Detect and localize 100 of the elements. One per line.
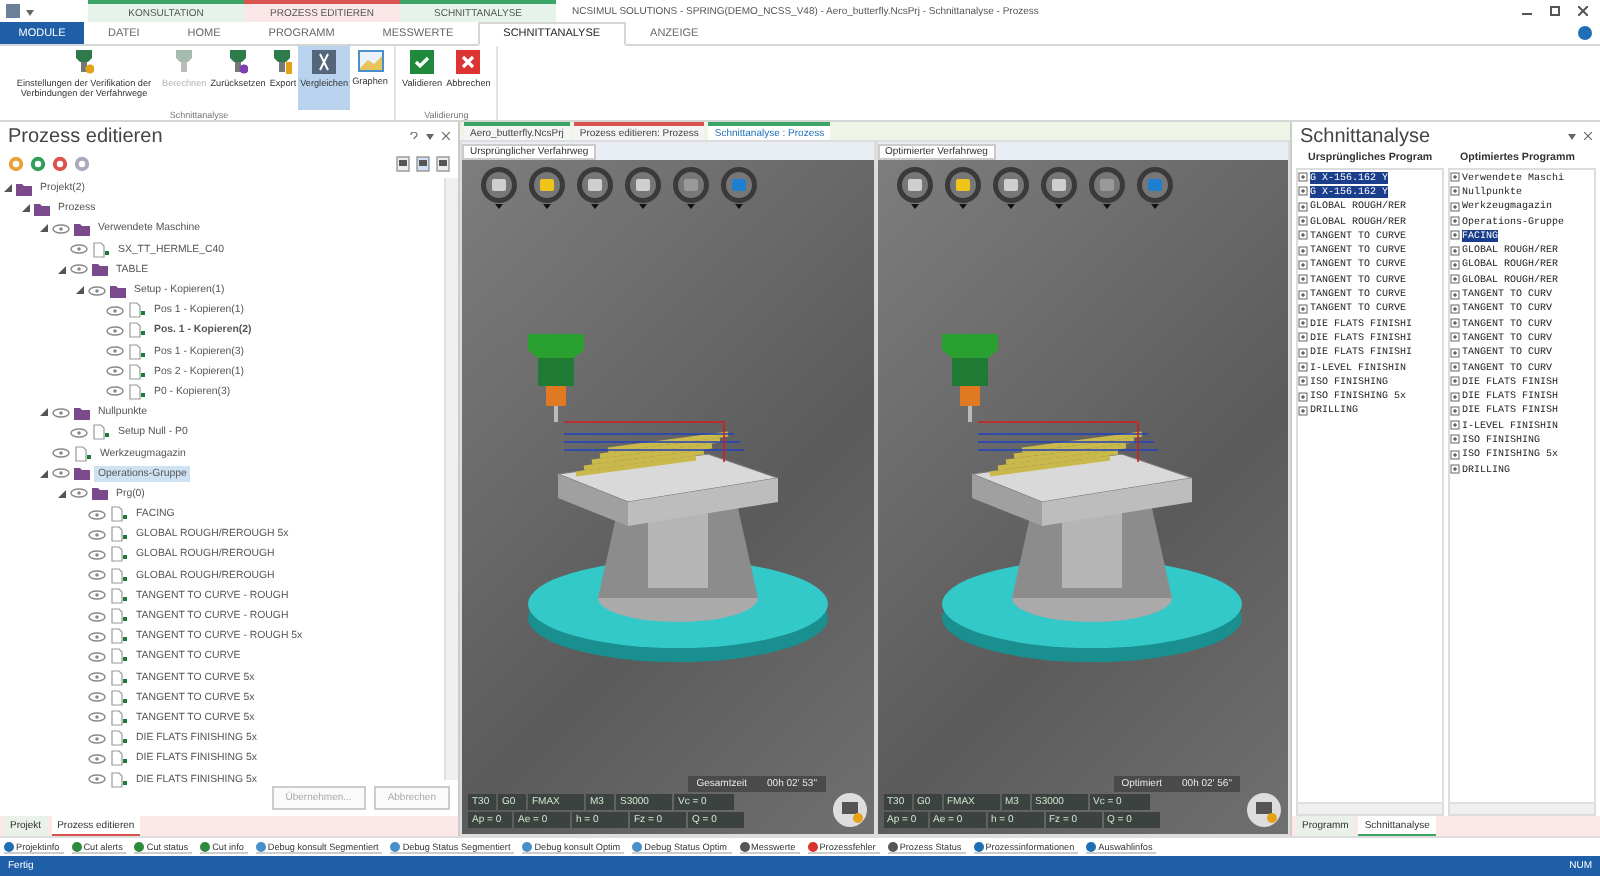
expand-box-icon[interactable] (1450, 274, 1460, 285)
scrollbar[interactable] (1298, 802, 1442, 814)
dropdown-caret-icon[interactable] (426, 131, 434, 139)
expand-box-icon[interactable] (1450, 434, 1460, 445)
eye-icon[interactable] (88, 611, 106, 622)
view-tool-button[interactable] (943, 166, 981, 210)
expand-box-icon[interactable] (1298, 391, 1308, 402)
eye-icon[interactable] (88, 631, 106, 642)
view-tool-button[interactable] (528, 166, 566, 210)
help-icon[interactable] (1578, 26, 1592, 40)
eye-icon[interactable] (88, 774, 106, 785)
eye-icon[interactable] (70, 427, 88, 438)
view-tool-button[interactable] (1039, 166, 1077, 210)
expand-box-icon[interactable] (1298, 289, 1308, 300)
eye-icon[interactable] (88, 692, 106, 703)
eye-icon[interactable] (70, 264, 88, 275)
eye-icon[interactable] (106, 325, 124, 336)
expand-box-icon[interactable] (1298, 186, 1308, 197)
eye-icon[interactable] (88, 651, 106, 662)
expand-arrow-icon[interactable] (76, 286, 84, 295)
expand-box-icon[interactable] (1450, 216, 1460, 227)
eye-icon[interactable] (52, 407, 70, 418)
eye-icon[interactable] (106, 386, 124, 397)
view-tool-button[interactable] (895, 166, 933, 210)
expand-arrow-icon[interactable] (40, 469, 48, 478)
help-icon[interactable] (410, 131, 418, 141)
expand-arrow-icon[interactable] (22, 204, 30, 213)
expand-box-icon[interactable] (1298, 332, 1308, 343)
eye-icon[interactable] (70, 244, 88, 255)
document-icon (74, 445, 92, 462)
expand-box-icon[interactable] (1298, 362, 1308, 372)
expand-box-icon[interactable] (1450, 172, 1460, 183)
expand-box-icon[interactable] (1298, 274, 1308, 285)
expand-box-icon[interactable] (1298, 216, 1308, 227)
view-tool-button[interactable] (1087, 166, 1125, 210)
close-icon[interactable] (442, 131, 450, 139)
expand-arrow-icon[interactable] (4, 184, 12, 193)
expand-box-icon[interactable] (1450, 318, 1460, 329)
eye-icon[interactable] (88, 672, 106, 683)
expand-box-icon[interactable] (1450, 201, 1460, 212)
eye-icon[interactable] (88, 509, 106, 520)
expand-box-icon[interactable] (1450, 405, 1460, 416)
expand-arrow-icon[interactable] (58, 489, 66, 498)
eye-icon[interactable] (70, 488, 88, 499)
eye-icon[interactable] (52, 448, 70, 459)
eye-icon[interactable] (88, 529, 106, 540)
expand-arrow-icon[interactable] (58, 265, 66, 274)
expand-arrow-icon[interactable] (40, 224, 48, 233)
view-tool-button[interactable] (480, 166, 518, 210)
eye-icon[interactable] (88, 733, 106, 744)
eye-icon[interactable] (88, 285, 106, 296)
view-tool-button[interactable] (576, 166, 614, 210)
expand-box-icon[interactable] (1450, 230, 1460, 241)
eye-icon[interactable] (88, 590, 106, 601)
view-tool-button[interactable] (624, 166, 662, 210)
close-icon[interactable] (1584, 132, 1592, 140)
expand-box-icon[interactable] (1450, 449, 1460, 460)
expand-box-icon[interactable] (1298, 405, 1308, 416)
expand-box-icon[interactable] (1298, 230, 1308, 241)
expand-box-icon[interactable] (1450, 245, 1460, 256)
view-tool-button[interactable] (991, 166, 1029, 210)
expand-box-icon[interactable] (1450, 303, 1460, 314)
monitor-button-icon[interactable] (831, 792, 867, 828)
dropdown-caret-icon[interactable] (1568, 132, 1576, 140)
expand-box-icon[interactable] (1450, 362, 1460, 372)
expand-box-icon[interactable] (1450, 464, 1460, 475)
dropdown-caret-icon[interactable] (26, 7, 34, 15)
view-tool-button[interactable] (672, 166, 710, 210)
scrollbar[interactable] (1450, 802, 1594, 814)
restore-icon[interactable] (1550, 6, 1560, 16)
expand-box-icon[interactable] (1298, 201, 1308, 212)
expand-box-icon[interactable] (1298, 347, 1308, 358)
monitor-button-icon[interactable] (1246, 792, 1282, 828)
eye-icon[interactable] (52, 223, 70, 234)
expand-box-icon[interactable] (1298, 303, 1308, 314)
expand-box-icon[interactable] (1450, 347, 1460, 358)
expand-box-icon[interactable] (1450, 186, 1460, 197)
expand-box-icon[interactable] (1298, 172, 1308, 183)
eye-icon[interactable] (106, 305, 124, 316)
expand-box-icon[interactable] (1450, 420, 1460, 431)
folder-icon (74, 405, 90, 420)
eye-icon[interactable] (88, 753, 106, 764)
expand-arrow-icon[interactable] (40, 408, 48, 417)
expand-box-icon[interactable] (1450, 332, 1460, 343)
expand-box-icon[interactable] (1298, 318, 1308, 329)
eye-icon[interactable] (106, 346, 124, 357)
expand-box-icon[interactable] (1298, 259, 1308, 270)
expand-box-icon[interactable] (1450, 376, 1460, 387)
eye-icon[interactable] (88, 549, 106, 560)
eye-icon[interactable] (88, 712, 106, 723)
expand-box-icon[interactable] (1298, 245, 1308, 256)
eye-icon[interactable] (52, 468, 70, 479)
expand-box-icon[interactable] (1450, 259, 1460, 270)
scrollbar[interactable] (444, 178, 458, 780)
eye-icon[interactable] (106, 366, 124, 377)
expand-box-icon[interactable] (1450, 289, 1460, 300)
expand-box-icon[interactable] (1298, 376, 1308, 387)
eye-icon[interactable] (88, 570, 106, 581)
expand-box-icon[interactable] (1450, 391, 1460, 402)
close-icon[interactable] (1578, 6, 1588, 16)
